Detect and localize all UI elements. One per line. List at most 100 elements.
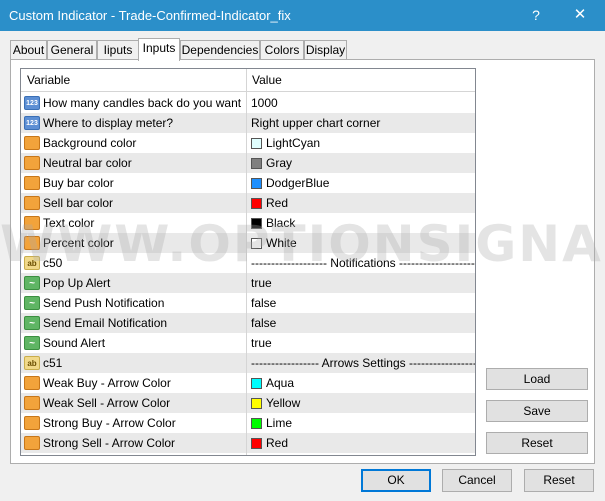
variable-name: Sell bar color [43, 196, 114, 210]
boolean-type-icon: ~ [24, 296, 40, 310]
variable-name: Weak Sell - Arrow Color [43, 396, 171, 410]
color-type-icon [24, 176, 40, 190]
variable-name: Neutral bar color [43, 156, 132, 170]
color-swatch [251, 378, 262, 389]
grid-row[interactable]: Weak Buy - Arrow Color Aqua [21, 373, 475, 393]
value-text: true [251, 276, 272, 290]
color-swatch [251, 158, 262, 169]
load-button[interactable]: Load [486, 368, 588, 390]
value-text: Aqua [266, 376, 295, 390]
grid-row[interactable]: Text color Black [21, 213, 475, 233]
grid-row[interactable]: ~ Send Email Notification false [21, 313, 475, 333]
variable-value[interactable]: Red [251, 436, 288, 450]
value-text: Black [266, 216, 296, 230]
variable-value[interactable]: Lime [251, 416, 292, 430]
header-value[interactable]: Value [252, 73, 282, 87]
variable-value[interactable]: Red [251, 196, 288, 210]
variable-value[interactable]: false [251, 296, 276, 310]
tab-colors[interactable]: Colors [260, 40, 304, 60]
variable-name: Weak Buy - Arrow Color [43, 376, 171, 390]
color-type-icon [24, 156, 40, 170]
color-type-icon [24, 376, 40, 390]
color-swatch [251, 398, 262, 409]
grid-row[interactable]: Strong Sell - Arrow Color Red [21, 433, 475, 453]
grid-row[interactable]: Weak Sell - Arrow Color Yellow [21, 393, 475, 413]
cancel-button[interactable]: Cancel [442, 469, 512, 492]
header-variable[interactable]: Variable [27, 73, 70, 87]
color-type-icon [24, 216, 40, 230]
boolean-type-icon: ~ [24, 336, 40, 350]
close-icon[interactable]: ✕ [569, 5, 591, 25]
value-text: Lime [266, 416, 293, 430]
color-type-icon [24, 416, 40, 430]
value-text: DodgerBlue [266, 176, 330, 190]
tab-dependencies[interactable]: Dependencies [180, 40, 260, 60]
variable-name: Sound Alert [43, 336, 106, 350]
variable-value[interactable]: DodgerBlue [251, 176, 329, 190]
color-type-icon [24, 236, 40, 250]
variable-value[interactable]: true [251, 336, 272, 350]
tab-iiputs[interactable]: Iiputs [97, 40, 139, 60]
value-text: White [266, 236, 297, 250]
value-text: LightCyan [266, 136, 321, 150]
value-text: 1000 [251, 96, 278, 110]
variable-value[interactable]: LightCyan [251, 136, 320, 150]
help-icon[interactable]: ? [525, 5, 547, 25]
grid-row[interactable]: Strong Buy - Arrow Color Lime [21, 413, 475, 433]
number-type-icon: 123 [24, 96, 40, 110]
color-type-icon [24, 396, 40, 410]
boolean-type-icon: ~ [24, 276, 40, 290]
value-text: false [251, 296, 277, 310]
variable-name: Send Push Notification [43, 296, 165, 310]
grid-row[interactable]: ~ Pop Up Alert true [21, 273, 475, 293]
variable-name: Strong Sell - Arrow Color [43, 436, 176, 450]
color-swatch [251, 198, 262, 209]
tab-inputs[interactable]: Inputs [138, 38, 180, 61]
grid-row[interactable]: Background color LightCyan [21, 133, 475, 153]
grid-row[interactable]: Percent color White [21, 233, 475, 253]
variable-value[interactable]: 1000 [251, 96, 278, 110]
variable-name: How many candles back do you want in... [43, 96, 243, 110]
grid-row[interactable]: 123 Where to display meter? Right upper ch… [21, 113, 475, 133]
variable-name: c51 [43, 356, 63, 370]
variable-name: Send Email Notification [43, 316, 168, 330]
grid-row[interactable]: 123 How many candles back do you want in.… [21, 93, 475, 113]
grid-row[interactable]: ab c51 ----------------- Arrows Settings -… [21, 353, 475, 373]
section-separator[interactable]: ------------------- Notifications ------… [251, 256, 475, 270]
grid-row[interactable]: Buy bar color DodgerBlue [21, 173, 475, 193]
color-swatch [251, 178, 262, 189]
variable-value[interactable]: Aqua [251, 376, 294, 390]
window-title: Custom Indicator - Trade-Confirmed-Indic… [9, 8, 291, 23]
grid-row[interactable]: ab c50 ------------------- Notifications -… [21, 253, 475, 273]
grid-row[interactable]: Neutral bar color Gray [21, 153, 475, 173]
value-text: Right upper chart corner [251, 116, 381, 130]
tab-about[interactable]: About [10, 40, 47, 60]
tab-general[interactable]: General [47, 40, 97, 60]
column-separator[interactable] [246, 69, 247, 455]
section-separator[interactable]: ----------------- Arrows Settings ------… [251, 356, 475, 370]
variable-value[interactable]: true [251, 276, 272, 290]
reset-side-button[interactable]: Reset [486, 432, 588, 454]
color-swatch [251, 418, 262, 429]
variable-value[interactable]: Yellow [251, 396, 300, 410]
reset-button[interactable]: Reset [524, 469, 594, 492]
grid-row[interactable]: ~ Send Push Notification false [21, 293, 475, 313]
color-type-icon [24, 136, 40, 150]
save-button[interactable]: Save [486, 400, 588, 422]
variable-name: Background color [43, 136, 137, 150]
tab-display[interactable]: Display [304, 40, 347, 60]
variable-value[interactable]: White [251, 236, 297, 250]
variable-name: Strong Buy - Arrow Color [43, 416, 176, 430]
variable-value[interactable]: Right upper chart corner [251, 116, 380, 130]
variable-value[interactable]: false [251, 316, 276, 330]
value-text: true [251, 336, 272, 350]
grid-row[interactable]: ~ Sound Alert true [21, 333, 475, 353]
color-swatch [251, 438, 262, 449]
grid-header: Variable Value [21, 69, 475, 92]
variable-value[interactable]: Black [251, 216, 295, 230]
variable-name: Percent color [43, 236, 114, 250]
value-text: Red [266, 436, 289, 450]
variable-value[interactable]: Gray [251, 156, 292, 170]
grid-row[interactable]: Sell bar color Red [21, 193, 475, 213]
ok-button[interactable]: OK [361, 469, 431, 492]
